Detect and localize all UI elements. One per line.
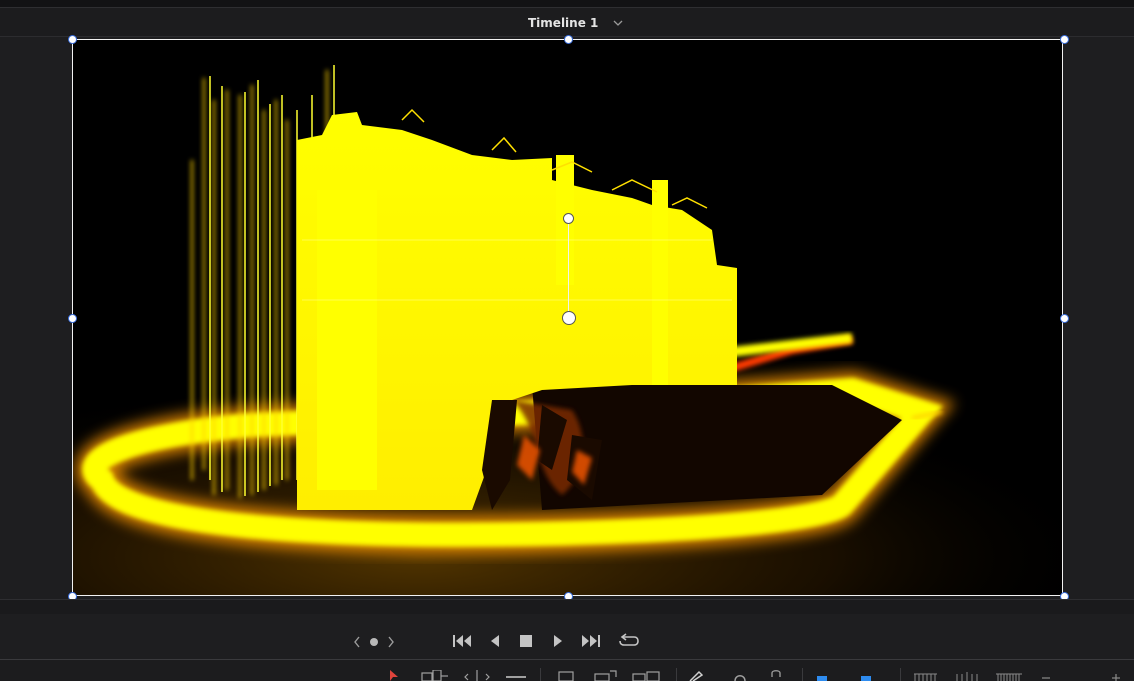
handle-top-right[interactable] — [1060, 35, 1069, 44]
replace-clip-icon[interactable] — [632, 670, 662, 681]
timeline-selector[interactable]: Timeline 1 — [528, 13, 624, 33]
flag-icon[interactable] — [815, 670, 829, 681]
link-clips-icon[interactable] — [731, 670, 749, 681]
anchor-point-handle[interactable] — [562, 311, 576, 325]
insert-clip-icon[interactable] — [558, 670, 574, 681]
zoom-out-icon[interactable] — [1040, 670, 1052, 681]
toolbar-separator — [900, 668, 901, 681]
stop-icon — [520, 635, 532, 647]
chevron-left-icon — [354, 636, 360, 648]
dot-icon — [370, 638, 378, 646]
position-lock-icon[interactable] — [769, 670, 783, 681]
skip-to-start-icon — [453, 635, 471, 647]
play-button[interactable] — [549, 632, 567, 650]
toolbar-separator — [540, 668, 541, 681]
play-icon — [554, 635, 562, 647]
top-strip — [0, 0, 1134, 8]
viewer-divider — [0, 599, 1134, 615]
play-reverse-icon — [491, 635, 499, 647]
marker-icon[interactable] — [859, 670, 873, 681]
blade-tool-icon[interactable] — [506, 670, 526, 681]
jog-prev-button[interactable] — [350, 634, 364, 650]
dynamic-trim-icon[interactable] — [464, 670, 490, 681]
toolbar-separator — [802, 668, 803, 681]
selection-tool-icon[interactable] — [389, 670, 399, 681]
skip-to-end-icon — [582, 635, 600, 647]
zoom-in-icon[interactable] — [1110, 670, 1122, 681]
handle-top-center[interactable] — [564, 35, 573, 44]
skip-to-start-button[interactable] — [450, 632, 474, 650]
zoom-full-icon[interactable] — [913, 670, 939, 681]
chevron-right-icon — [388, 636, 394, 648]
zoom-detail-icon[interactable] — [955, 670, 981, 681]
jog-next-button[interactable] — [384, 634, 398, 650]
skip-to-end-button[interactable] — [579, 632, 603, 650]
loop-icon — [619, 633, 639, 646]
stop-button[interactable] — [517, 632, 535, 650]
overwrite-clip-icon[interactable] — [594, 670, 618, 681]
loop-button[interactable] — [617, 631, 641, 651]
snapping-icon[interactable] — [689, 670, 703, 681]
chevron-down-icon[interactable] — [612, 17, 624, 29]
toolbar-separator — [676, 668, 677, 681]
timeline-title[interactable]: Timeline 1 — [528, 16, 598, 30]
handle-middle-right[interactable] — [1060, 314, 1069, 323]
transport-controls — [0, 614, 1134, 659]
play-reverse-button[interactable] — [486, 632, 504, 650]
edit-toolbar — [0, 660, 1134, 681]
viewer-header: Timeline 1 — [0, 8, 1134, 37]
handle-middle-left[interactable] — [68, 314, 77, 323]
jog-dot-button[interactable] — [366, 634, 382, 650]
zoom-custom-icon[interactable] — [995, 670, 1023, 681]
trim-tool-icon[interactable] — [421, 670, 449, 681]
rotation-handle[interactable] — [563, 213, 574, 224]
handle-top-left[interactable] — [68, 35, 77, 44]
rotation-stem — [568, 219, 569, 317]
